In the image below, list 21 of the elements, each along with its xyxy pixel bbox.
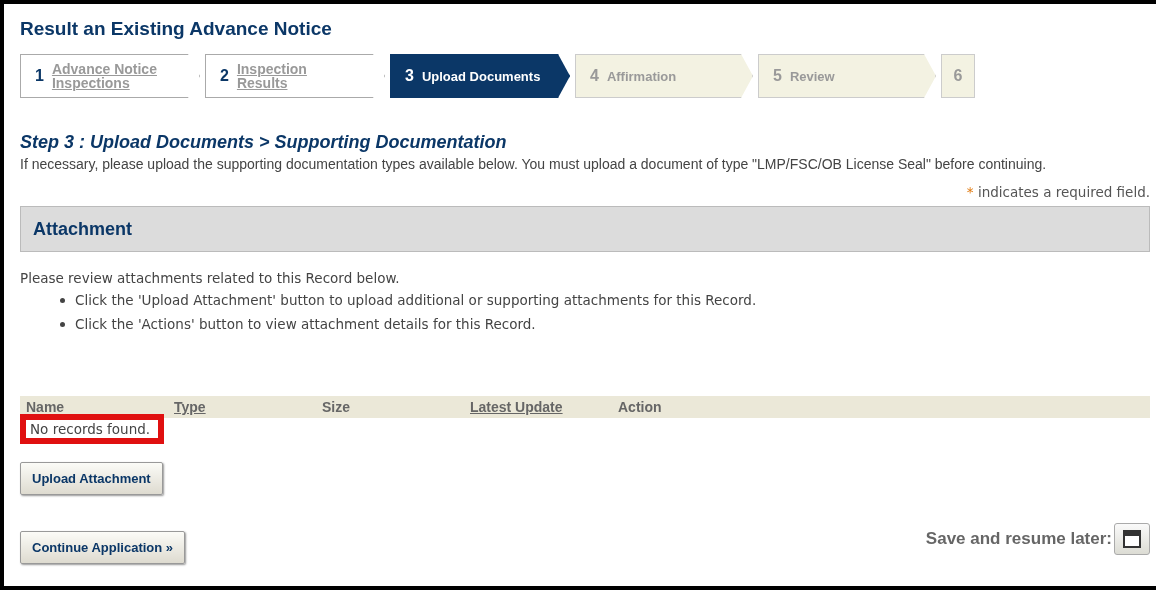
step-heading: Step 3 : Upload Documents > Supporting Documentation <box>20 132 508 153</box>
empty-message: No records found. <box>30 421 151 437</box>
instruction-bullet: Click the 'Actions' button to view attachment details for this Record. <box>75 316 536 332</box>
required-mark: * <box>966 184 974 200</box>
column-header[interactable]: Type <box>174 399 322 415</box>
column-header[interactable]: Latest Update <box>470 399 618 415</box>
save-label: Save and resume later: <box>925 528 1112 549</box>
section-title: Attachment <box>33 218 132 240</box>
continue-button[interactable]: Continue Application » <box>20 531 186 564</box>
column-header: Action <box>618 399 662 415</box>
instructions-text: If necessary, please upload the supporting documentation types available below. You must upload a document of type "LMP/FSC/OB License Seal" before continuing. <box>20 157 1048 172</box>
column-header: Size <box>322 399 351 415</box>
save-icon <box>1123 529 1141 548</box>
save-button[interactable] <box>1114 522 1150 555</box>
page-title: Result an Existing Advance Notice <box>20 18 333 40</box>
wizard-step[interactable]: 3 Upload Documents <box>390 54 570 98</box>
required-note: indicates a required field. <box>977 184 1150 200</box>
instruction-bullet: Click the 'Upload Attachment' button to upload additional or supporting attachments for this Record. <box>75 292 757 308</box>
intro-text: Please review attachments related to this Record below. <box>20 270 401 286</box>
upload-button[interactable]: Upload Attachment <box>20 462 163 495</box>
column-header: Name <box>26 399 66 415</box>
